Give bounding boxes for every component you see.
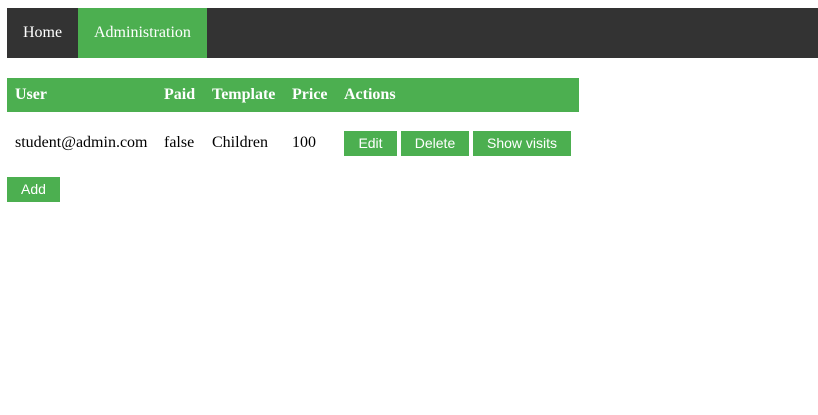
edit-button[interactable]: Edit <box>344 130 397 156</box>
page: Home Administration User Paid Template P… <box>0 0 818 415</box>
nav-home[interactable]: Home <box>7 8 78 58</box>
cell-paid: false <box>164 134 195 151</box>
header-actions: Actions <box>336 78 579 112</box>
cell-template: Children <box>212 134 268 151</box>
header-price: Price <box>284 78 336 112</box>
table-row: student@admin.com false Children 100 Edi… <box>7 112 579 174</box>
table-header-row: User Paid Template Price Actions <box>7 78 579 112</box>
header-paid: Paid <box>156 78 204 112</box>
records-table: User Paid Template Price Actions student… <box>7 78 579 174</box>
header-user: User <box>7 78 156 112</box>
nav-administration[interactable]: Administration <box>78 8 207 58</box>
header-template: Template <box>204 78 284 112</box>
cell-actions: Edit Delete Show visits <box>336 112 579 174</box>
delete-button[interactable]: Delete <box>401 130 469 156</box>
top-navbar: Home Administration <box>7 8 818 58</box>
show-visits-button[interactable]: Show visits <box>473 130 571 156</box>
cell-user: student@admin.com <box>15 134 148 151</box>
cell-price: 100 <box>292 134 316 151</box>
add-button[interactable]: Add <box>7 177 60 202</box>
